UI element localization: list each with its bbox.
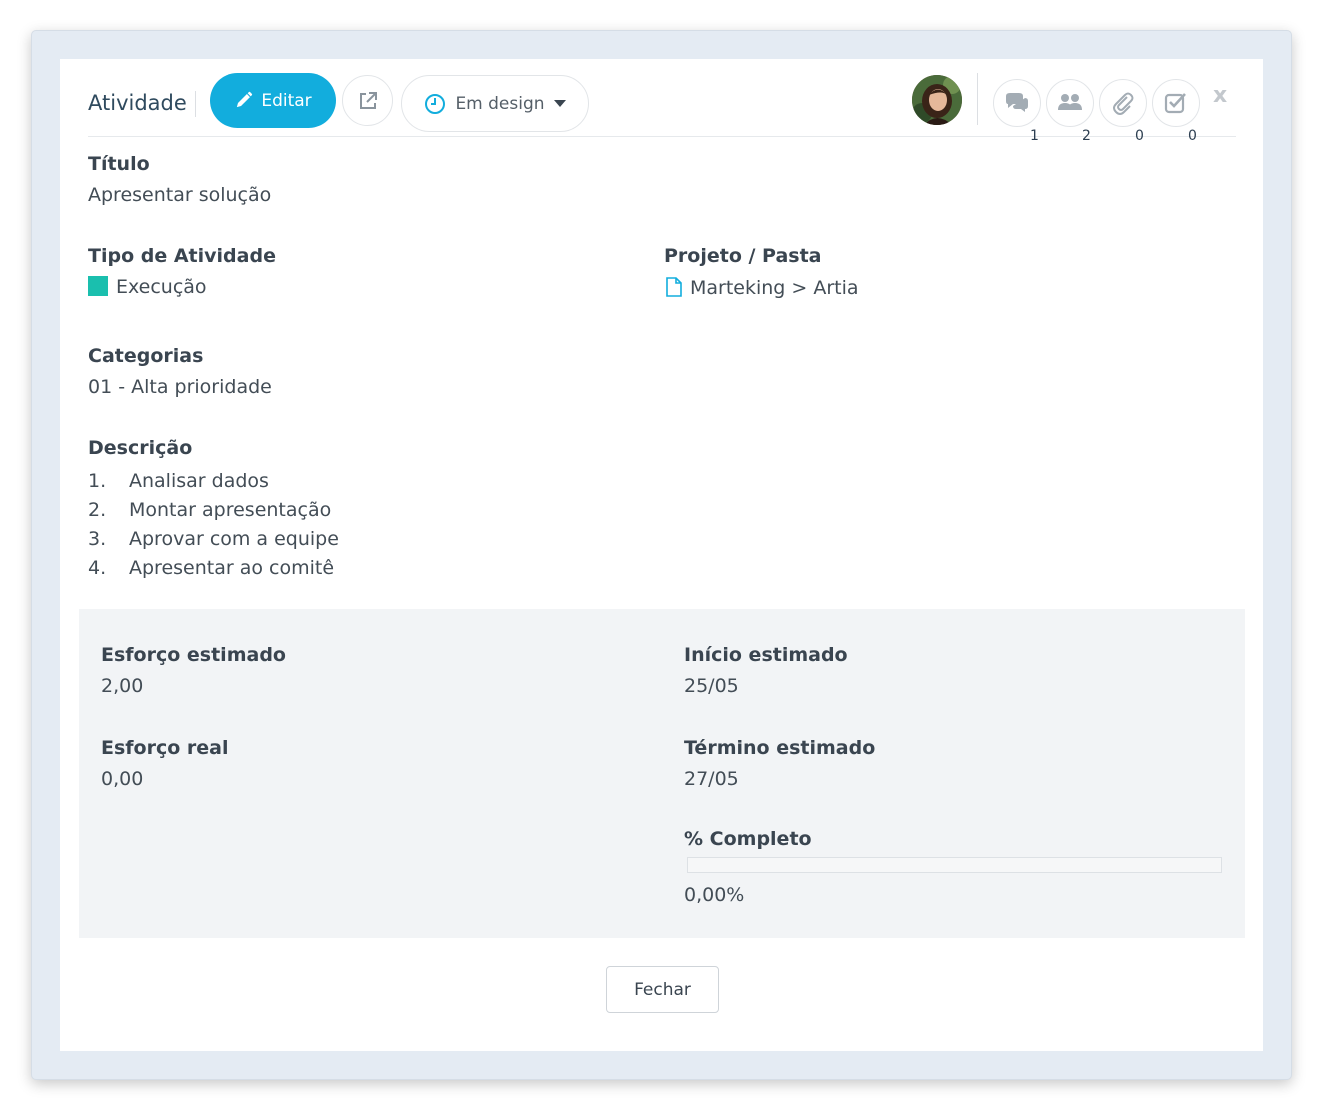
titulo-value: Apresentar solução: [88, 184, 272, 206]
modal-header: Atividade Editar Em design 1 2 0 0 x: [88, 73, 1236, 144]
avatar[interactable]: [912, 75, 962, 125]
avatar-image: [912, 75, 962, 125]
header-divider: [195, 91, 196, 117]
edit-button[interactable]: Editar: [210, 73, 336, 128]
header-vertical-separator: [977, 73, 978, 125]
members-count: 2: [1082, 128, 1091, 144]
list-item: 2. Montar apresentação: [88, 496, 339, 525]
status-dropdown[interactable]: Em design: [401, 75, 589, 132]
termino-value: 27/05: [684, 768, 739, 790]
completo-label: % Completo: [684, 828, 812, 850]
tipo-value: Execução: [116, 276, 207, 298]
descricao-list: 1. Analisar dados 2. Montar apresentação 3…: [88, 467, 339, 583]
activity-type-color-icon: [88, 276, 108, 296]
list-item-text: Analisar dados: [129, 470, 269, 492]
completo-progress-bar: [687, 857, 1222, 873]
categorias-value: 01 - Alta prioridade: [88, 376, 272, 398]
inicio-label: Início estimado: [684, 644, 848, 666]
attachments-count: 0: [1135, 128, 1144, 144]
status-label: Em design: [455, 93, 545, 114]
titulo-label: Título: [88, 153, 150, 175]
checklist-count: 0: [1188, 128, 1197, 144]
list-item-number: 1.: [88, 470, 107, 492]
termino-label: Término estimado: [684, 737, 876, 759]
descricao-label: Descrição: [88, 437, 193, 459]
paperclip-icon: [1113, 92, 1134, 115]
clock-icon: [425, 93, 446, 114]
modal-frame: Atividade Editar Em design 1 2 0 0 x Tít…: [31, 30, 1292, 1080]
projeto-value[interactable]: Marteking > Artia: [690, 277, 859, 299]
esforco-real-value: 0,00: [101, 768, 144, 790]
users-icon: [1058, 94, 1082, 110]
activity-modal: Atividade Editar Em design 1 2 0 0 x Tít…: [60, 59, 1263, 1051]
esforco-estimado-label: Esforço estimado: [101, 644, 286, 666]
tipo-field: Execução: [88, 276, 207, 298]
list-item: 1. Analisar dados: [88, 467, 339, 496]
completo-value: 0,00%: [684, 884, 745, 906]
list-item: 3. Aprovar com a equipe: [88, 525, 339, 554]
checklist-button[interactable]: [1152, 79, 1200, 127]
inicio-value: 25/05: [684, 675, 739, 697]
list-item-number: 4.: [88, 557, 107, 579]
modal-title: Atividade: [88, 91, 187, 115]
open-external-button[interactable]: [342, 75, 393, 126]
list-item: 4. Apresentar ao comitê: [88, 554, 339, 583]
edit-button-label: Editar: [261, 90, 312, 111]
attachments-button[interactable]: [1099, 79, 1147, 127]
tipo-label: Tipo de Atividade: [88, 245, 276, 267]
fechar-button[interactable]: Fechar: [606, 966, 719, 1013]
caret-down-icon: [553, 100, 566, 107]
projeto-field: Marteking > Artia: [664, 276, 859, 299]
list-item-number: 3.: [88, 528, 107, 550]
pencil-icon: [237, 91, 253, 108]
list-item-text: Montar apresentação: [129, 499, 332, 521]
comments-button[interactable]: [993, 79, 1041, 127]
comments-count: 1: [1030, 128, 1039, 144]
members-button[interactable]: [1046, 79, 1094, 127]
checklist-icon: [1164, 93, 1186, 114]
list-item-text: Apresentar ao comitê: [129, 557, 335, 579]
file-icon: [666, 277, 682, 297]
list-item-number: 2.: [88, 499, 107, 521]
close-icon[interactable]: x: [1213, 83, 1227, 108]
summary-panel: Esforço estimado 2,00 Esforço real 0,00 …: [79, 609, 1245, 938]
comments-icon: [1006, 93, 1028, 112]
projeto-label: Projeto / Pasta: [664, 245, 822, 267]
esforco-estimado-value: 2,00: [101, 675, 144, 697]
external-link-icon: [359, 91, 377, 109]
categorias-label: Categorias: [88, 345, 204, 367]
esforco-real-label: Esforço real: [101, 737, 229, 759]
list-item-text: Aprovar com a equipe: [129, 528, 339, 550]
